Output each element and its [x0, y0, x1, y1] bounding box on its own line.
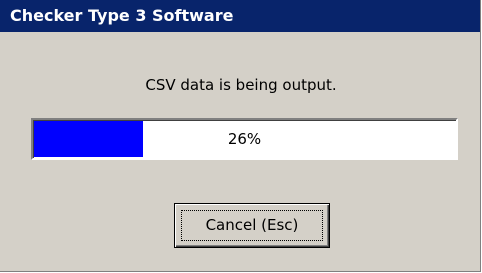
progress-percent-label: 26%: [227, 130, 262, 148]
status-message: CSV data is being output.: [145, 76, 337, 94]
cancel-button[interactable]: Cancel (Esc): [174, 203, 330, 248]
window-title: Checker Type 3 Software: [10, 6, 234, 25]
progress-bar: 26%: [31, 118, 458, 160]
progress-dialog: Checker Type 3 Software CSV data is bein…: [0, 0, 481, 272]
cancel-button-label: Cancel (Esc): [205, 216, 299, 234]
title-bar[interactable]: Checker Type 3 Software: [0, 0, 480, 32]
